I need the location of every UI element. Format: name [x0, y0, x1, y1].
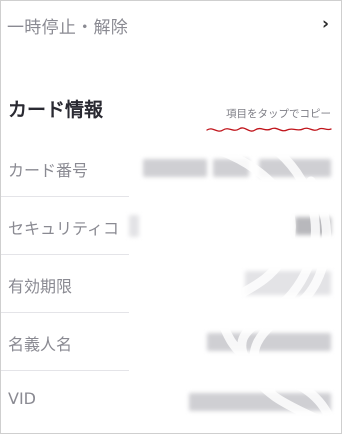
- pause-release-row[interactable]: 一時停止・解除 ›: [1, 1, 341, 51]
- cardholder-name-label: 名義人名: [8, 335, 73, 354]
- security-code-row[interactable]: セキュリティコ: [1, 197, 341, 255]
- security-code-edge-redacted: [129, 215, 139, 237]
- expiry-value-redacted: [245, 271, 331, 295]
- vid-value-redacted: [189, 393, 331, 411]
- cardholder-name-value-redacted: [207, 333, 331, 351]
- security-code-label: セキュリティコ: [8, 219, 120, 238]
- red-underline-annotation: [206, 127, 332, 132]
- security-code-value-redacted: [295, 217, 331, 235]
- chevron-right-icon: ›: [321, 14, 329, 34]
- pause-release-label: 一時停止・解除: [7, 18, 129, 38]
- card-number-value-redacted-2: [213, 159, 249, 177]
- card-number-value-redacted-1: [143, 159, 207, 177]
- card-info-title: カード情報: [8, 99, 104, 121]
- card-number-row[interactable]: カード番号: [1, 139, 341, 197]
- expiry-label: 有効期限: [8, 277, 73, 296]
- app-frame: 一時停止・解除 › カード情報 項目をタップでコピー カード番号 セキュリティコ…: [0, 0, 342, 434]
- vid-row[interactable]: VID: [1, 371, 341, 429]
- expiry-row[interactable]: 有効期限: [1, 255, 341, 313]
- copy-hint-text: 項目をタップでコピー: [226, 108, 331, 120]
- cardholder-name-row[interactable]: 名義人名: [1, 313, 341, 371]
- card-number-label: カード番号: [8, 161, 89, 180]
- vid-label: VID: [8, 389, 36, 408]
- card-number-value-redacted-3: [259, 159, 331, 177]
